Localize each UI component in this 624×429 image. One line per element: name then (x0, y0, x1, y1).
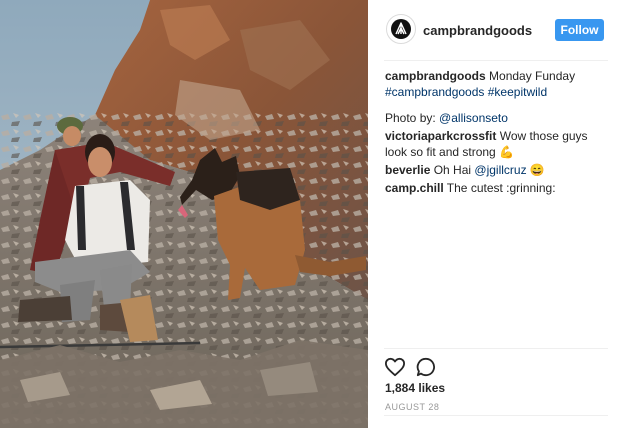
divider (384, 415, 608, 416)
caption-text: Monday Funday (485, 69, 576, 83)
post-caption: campbrandgoods Monday Funday #campbrandg… (385, 68, 607, 100)
likes-count[interactable]: 1,884 likes (385, 381, 445, 395)
comment-username[interactable]: beverlie (385, 163, 430, 177)
comment-bubble-icon (416, 357, 435, 377)
comment-username[interactable]: victoriaparkcrossfit (385, 129, 496, 143)
post-date: AUGUST 28 (385, 402, 440, 412)
follow-button[interactable]: Follow (555, 19, 604, 41)
comment-text: The cutest :grinning: (443, 181, 556, 195)
comment-item: victoriaparkcrossfit Wow those guys look… (385, 128, 607, 160)
post-photo[interactable] (0, 0, 368, 428)
comments-section: campbrandgoods Monday Funday #campbrandg… (385, 68, 607, 198)
comment-text: Oh Hai (430, 163, 475, 177)
post-sidebar: campbrandgoods Follow campbrandgoods Mon… (368, 0, 624, 428)
author-username[interactable]: campbrandgoods (423, 23, 532, 38)
hashtag-link[interactable]: #campbrandgoods (385, 85, 484, 99)
tent-logo-icon (391, 19, 411, 39)
like-button[interactable] (384, 357, 406, 382)
mention-link[interactable]: @allisonseto (439, 111, 508, 125)
comment-username[interactable]: camp.chill (385, 181, 444, 195)
caption-username[interactable]: campbrandgoods (385, 69, 486, 83)
photo-credit-label: Photo by: (385, 111, 440, 125)
post-photo-image (0, 0, 368, 428)
post-actions: 1,884 likes AUGUST 28 (384, 348, 608, 429)
hashtag-link[interactable]: #keepitwild (488, 85, 547, 99)
comment-emoji: 😄 (526, 163, 545, 177)
mention-link[interactable]: @jgillcruz (474, 163, 526, 177)
author-avatar[interactable] (386, 14, 416, 44)
post-header: campbrandgoods Follow (384, 0, 608, 61)
comment-item: camp.chill The cutest :grinning: (385, 180, 607, 196)
heart-icon (384, 357, 405, 377)
comment-button[interactable] (416, 357, 436, 382)
photo-credit: Photo by: @allisonseto (385, 110, 607, 126)
comment-item: beverlie Oh Hai @jgillcruz 😄 (385, 162, 607, 178)
